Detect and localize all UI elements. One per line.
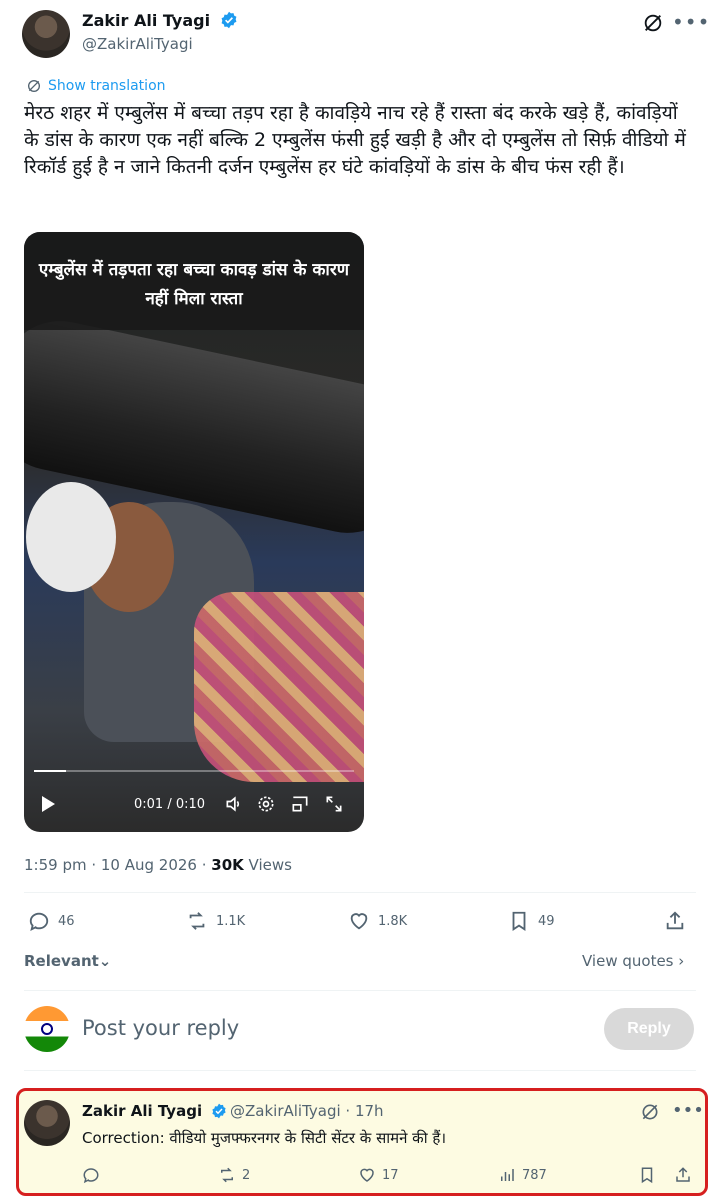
author-handle[interactable]: @ZakirAliTyagi [82,35,193,53]
play-icon[interactable] [42,796,55,812]
chakra-icon [41,1023,53,1035]
tweet-text: मेरठ शहर में एम्बुलेंस में बच्चा तड़प रह… [24,102,686,178]
reply-action[interactable]: 46 [28,910,75,932]
reply-repost-count: 2 [242,1167,251,1183]
heart-icon [350,913,368,930]
video-progress-fill [34,770,66,772]
reply-author-avatar[interactable] [24,1100,70,1146]
translate-icon [28,80,40,92]
divider [24,990,696,991]
show-translation-label[interactable]: Show translation [48,78,166,94]
bookmark-count: 49 [538,913,555,929]
author-avatar[interactable] [22,10,70,58]
viewer-avatar [24,1006,70,1052]
timestamp-text[interactable]: 1:59 pm · 10 Aug 2026 · [24,856,211,874]
grok-icon[interactable] [640,1102,660,1122]
sort-dropdown[interactable]: Relevant⌄ [24,952,111,970]
reply-like-action[interactable]: 17 [358,1166,399,1184]
fullscreen-icon[interactable] [324,794,344,814]
reply-count: 46 [58,913,75,929]
reply-author-handle[interactable]: @ZakirAliTyagi · 17h [230,1102,384,1120]
reply-text: Correction: वीडियो मुजफ्फरनगर के सिटी से… [82,1129,447,1147]
video-progress-track[interactable] [34,770,354,772]
view-quotes-link[interactable]: View quotes › [582,952,684,970]
chevron-right-icon: › [678,952,685,970]
reply-author-name-text[interactable]: Zakir Ali Tyagi [82,1102,202,1120]
share-icon [676,1167,690,1182]
reply-views-count: 787 [522,1167,547,1183]
reply-author-name[interactable]: Zakir Ali Tyagi [82,1102,227,1120]
divider [24,1070,696,1071]
reply-icon [83,1168,99,1184]
video-frame-blanket [194,592,364,782]
bookmark-action[interactable]: 49 [508,910,555,932]
views-label: Views [243,856,292,874]
video-controls: 0:01 / 0:10 [24,792,364,822]
like-action[interactable]: 1.8K [348,910,407,932]
tweet-timestamp[interactable]: 1:59 pm · 10 Aug 2026 · 30K Views [24,856,292,874]
verified-badge-icon [212,1103,226,1119]
sort-label[interactable]: Relevant [24,952,99,970]
heart-icon [360,1168,374,1182]
grok-icon[interactable] [642,12,664,34]
bookmark-icon [512,911,526,931]
show-translation-link[interactable]: Show translation [26,78,166,94]
reply-button[interactable]: Reply [604,1008,694,1050]
settings-icon[interactable] [256,794,276,814]
author-name[interactable]: Zakir Ali Tyagi [82,11,238,30]
repost-count: 1.1K [216,913,246,929]
video-frame-bandage [26,482,116,592]
views-count: 30K [211,856,244,874]
verified-badge-icon [221,11,237,29]
divider [24,892,696,893]
repost-icon [221,1167,233,1183]
repost-action[interactable]: 1.1K [186,910,245,932]
reply-icon [29,912,49,931]
reply-views-action[interactable]: 787 [498,1166,547,1184]
author-name-text[interactable]: Zakir Ali Tyagi [82,11,210,30]
like-count: 1.8K [378,913,408,929]
reply-bookmark-action[interactable] [638,1166,656,1184]
volume-icon[interactable] [224,794,244,814]
video-time: 0:01 / 0:10 [134,797,206,812]
video-player[interactable]: एम्बुलेंस में तड़पता रहा बच्चा कावड़ डां… [24,232,364,832]
more-options-icon[interactable]: ••• [672,10,710,34]
picture-in-picture-icon[interactable] [290,794,310,814]
repost-icon [189,912,205,930]
chevron-down-icon: ⌄ [98,952,112,970]
more-options-icon[interactable]: ••• [672,1100,704,1121]
reply-share-action[interactable] [674,1166,692,1184]
tweet-actions: 46 1.1K 1.8K 49 [24,910,696,940]
video-caption: एम्बुलेंस में तड़पता रहा बच्चा कावड़ डां… [38,260,350,309]
share-action[interactable] [664,910,686,932]
reply-repost-action[interactable]: 2 [218,1166,250,1184]
analytics-icon [501,1169,514,1181]
share-icon [666,911,684,930]
reply-actions: 2 17 787 [82,1166,698,1190]
reply-reply-action[interactable] [82,1166,106,1184]
view-quotes-label[interactable]: View quotes [582,952,674,970]
reply-input[interactable]: Post your reply [82,1016,239,1040]
bookmark-icon [641,1167,653,1184]
reply-like-count: 17 [382,1167,399,1183]
